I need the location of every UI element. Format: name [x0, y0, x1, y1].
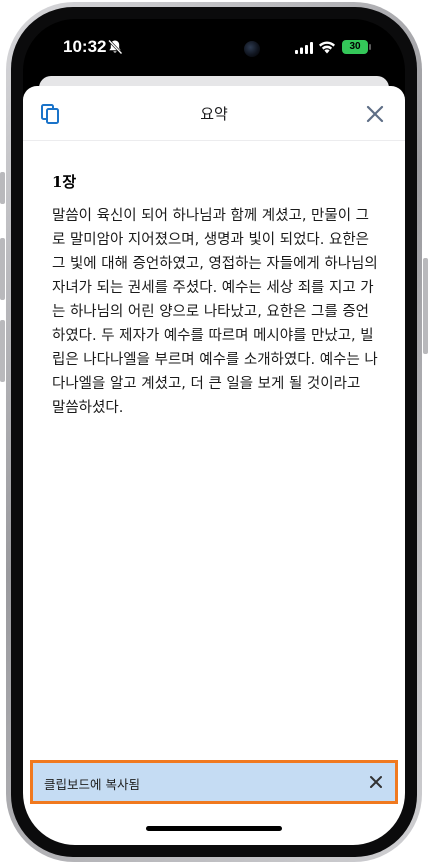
power-button: [423, 258, 428, 354]
summary-sheet: 요약 1장 말씀이 육신이 되어 하나님과 함께 계셨고, 만물이 그로 말미암…: [23, 86, 405, 845]
chapter-heading: 1장: [52, 173, 77, 191]
cellular-signal-icon: [295, 42, 313, 54]
action-button: [0, 172, 5, 204]
bell-slash-icon: [108, 39, 123, 55]
toast-message: 클립보드에 복사됨: [44, 777, 140, 792]
close-icon[interactable]: [365, 104, 385, 124]
battery-charging-icon: 30: [342, 40, 368, 54]
sheet-title: 요약: [200, 105, 228, 123]
toast-close-icon[interactable]: [369, 775, 383, 789]
volume-up-button: [0, 238, 5, 300]
iphone-device: 10:32 30 요약 1장 말씀이 육신이 되어 하나님과 함께 계셨고, 만…: [0, 0, 428, 864]
volume-down-button: [0, 320, 5, 382]
home-indicator[interactable]: [146, 826, 282, 831]
clipboard-toast: 클립보드에 복사됨: [30, 760, 398, 804]
screen: 10:32 30 요약 1장 말씀이 육신이 되어 하나님과 함께 계셨고, 만…: [23, 19, 405, 845]
wifi-icon: [319, 41, 335, 54]
battery-tip: [369, 44, 371, 50]
front-camera: [244, 41, 260, 57]
status-time: 10:32: [63, 37, 107, 56]
sheet-header: 요약: [23, 86, 405, 141]
summary-text: 말씀이 육신이 되어 하나님과 함께 계셨고, 만물이 그로 말미암아 지어졌으…: [52, 208, 378, 416]
